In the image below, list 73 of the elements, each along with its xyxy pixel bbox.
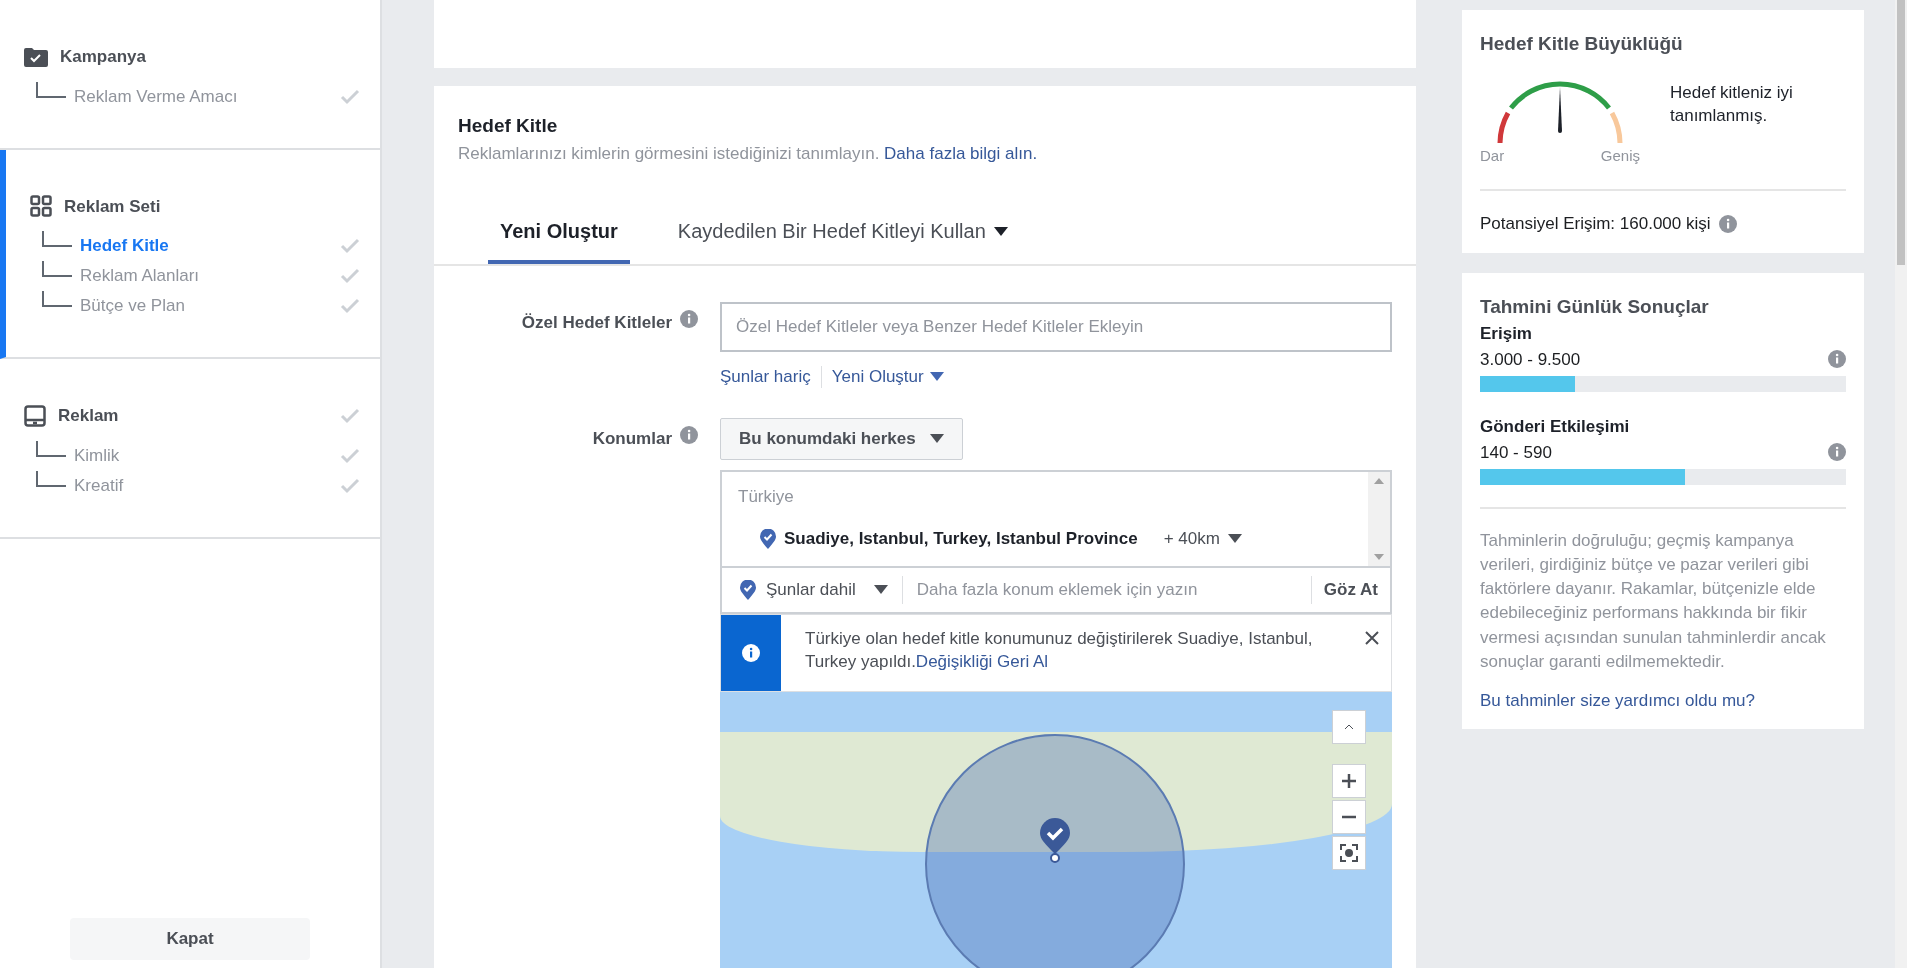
metric-name: Gönderi Etkileşimi xyxy=(1480,416,1631,438)
potential-reach-text: Potansiyel Erişim: 160.000 kişi xyxy=(1480,213,1711,235)
gauge-max-label: Geniş xyxy=(1600,145,1640,166)
gauge-min-label: Dar xyxy=(1480,145,1505,166)
card-title: Hedef Kitle Büyüklüğü xyxy=(1480,32,1684,56)
caret-icon xyxy=(1227,534,1242,544)
close-button[interactable] xyxy=(1365,630,1379,645)
list-scrollbar[interactable] xyxy=(1368,471,1390,566)
section-title: Hedef Kitle xyxy=(458,114,559,138)
location-pin-icon xyxy=(760,528,776,549)
audience-search-field[interactable]: Özel Hedef Kitleler veya Benzer Hedef Kitleler Ekleyin xyxy=(720,302,1392,352)
close-button[interactable]: Kapat xyxy=(70,918,310,960)
scrollbar-thumb[interactable] xyxy=(1897,0,1905,265)
chevron-up-icon xyxy=(1344,723,1354,730)
focus-icon xyxy=(1340,843,1358,862)
section-title[interactable]: Reklam xyxy=(58,403,119,429)
zoom-in-button[interactable] xyxy=(1332,763,1366,798)
audience-tab[interactable]: Kaydedilen Bir Hedef Kitleyi Kullan xyxy=(665,216,1020,264)
caret-icon xyxy=(993,226,1008,236)
caret-icon xyxy=(929,372,944,382)
tree-connector-line xyxy=(36,470,66,487)
country-label: Türkiye xyxy=(738,485,795,508)
undo-link[interactable]: Değişikliği Geri Al xyxy=(915,652,1049,672)
tree-connector-line xyxy=(42,231,72,247)
recenter-button[interactable] xyxy=(1332,835,1366,870)
audience-tab[interactable]: Yeni Oluştur xyxy=(488,216,630,264)
audience-status-text: Hedef kitleniz iyi tanımlanmış. xyxy=(1670,81,1794,128)
browse-button[interactable]: Göz At xyxy=(1310,575,1390,604)
location-name: Suadiye, Istanbul, Turkey, Istanbul Province xyxy=(784,528,1138,550)
learn-more-link[interactable]: Daha fazla bilgi alın. xyxy=(884,143,1038,163)
info-icon[interactable] xyxy=(680,310,698,328)
tree-connector-line xyxy=(36,440,66,457)
grid-icon xyxy=(30,195,52,218)
metric-name: Erişim xyxy=(1480,323,1533,345)
radius-dropdown[interactable]: + 40km xyxy=(1157,525,1248,553)
create-new-link[interactable]: Yeni Oluştur xyxy=(831,364,944,390)
disclaimer-text: Tahminlerin doğruluğu; geçmiş kampanya verileri, girdiğiniz bütçe ve pazar verileri gibi faktörlere dayanır. Rakamlar, bütçenizle elde edebileceğiniz performans hakkında bir fikir vermesi açısından sunulan tahminlerdir ancak sonuçlar garanti edilmemektedir. xyxy=(1480,530,1827,673)
metric-range: 3.000 - 9.500 xyxy=(1480,348,1581,371)
scroll-up-icon[interactable] xyxy=(1374,477,1384,484)
tree-connector-line xyxy=(42,261,72,277)
location-search-field[interactable]: Şunlar dahil Daha fazla konum eklemek için yazın Göz At xyxy=(720,567,1392,614)
include-dropdown[interactable]: Şunlar dahil xyxy=(722,575,903,604)
tree-connector-line xyxy=(42,291,72,307)
info-icon[interactable] xyxy=(1828,443,1846,462)
exclude-link[interactable]: Şunlar hariç xyxy=(720,364,811,390)
tablet-icon xyxy=(24,404,46,427)
field-label: Konumlar xyxy=(592,427,672,450)
zoom-out-button[interactable] xyxy=(1332,799,1366,834)
caret-icon xyxy=(929,434,944,443)
card-title: Tahmini Günlük Sonuçlar xyxy=(1480,294,1710,319)
scroll-down-icon[interactable] xyxy=(1374,553,1384,560)
info-icon xyxy=(742,643,760,662)
metric-range: 140 - 590 xyxy=(1480,441,1552,464)
location-pin-icon xyxy=(740,579,756,600)
section-description: Reklamlarınızı kimlerin görmesini istediğinizi tanımlayın. Daha fazla bilgi alın. xyxy=(458,142,1039,165)
info-icon[interactable] xyxy=(680,425,698,444)
folder-check-icon xyxy=(24,46,48,67)
feedback-link[interactable]: Bu tahminler size yardımcı oldu mu? xyxy=(1480,687,1755,714)
map-pin-icon xyxy=(1038,817,1072,864)
info-icon[interactable] xyxy=(1718,214,1737,233)
sidebar-item[interactable]: Hedef Kitle xyxy=(80,233,169,259)
audience-dropdown[interactable]: Bu konumdaki herkes xyxy=(720,417,963,460)
notice-text: Türkiye olan hedef kitle konumunuz değiştirilerek Suadiye, Istanbul, Turkey yapıldı.Değişikliği Geri Al xyxy=(804,627,1314,674)
section-title[interactable]: Reklam Seti xyxy=(64,193,161,219)
plus-icon xyxy=(1342,773,1356,788)
section-title[interactable]: Kampanya xyxy=(60,44,146,70)
tree-connector-line xyxy=(36,81,66,98)
close-icon xyxy=(1365,630,1379,645)
collapse-map-button[interactable] xyxy=(1332,709,1366,744)
scrollbar[interactable] xyxy=(1895,0,1907,968)
field-label: Özel Hedef Kitleler xyxy=(521,312,672,334)
info-icon[interactable] xyxy=(1828,350,1846,369)
caret-icon xyxy=(873,585,888,594)
